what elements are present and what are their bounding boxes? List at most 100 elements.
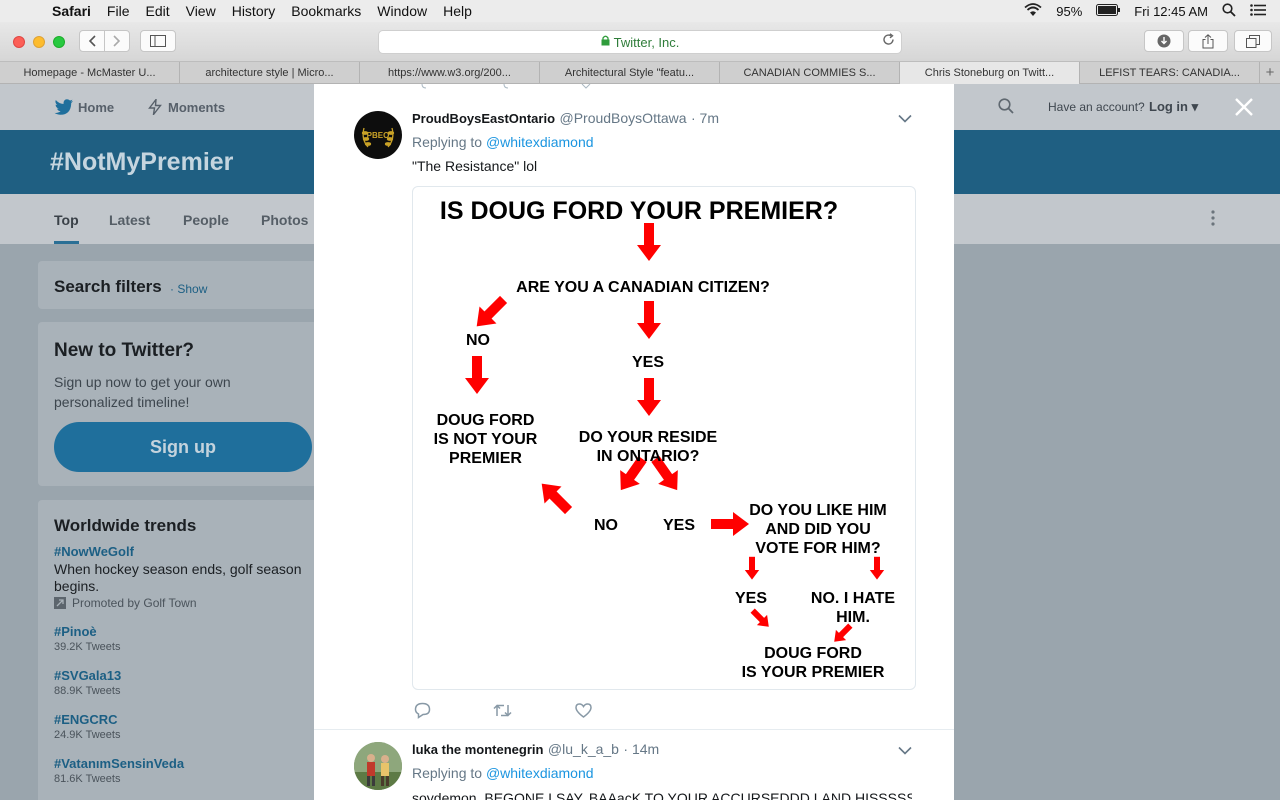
tweet-author-name[interactable]: luka the montenegrin bbox=[412, 742, 543, 757]
download-icon bbox=[1157, 34, 1171, 48]
flowchart-not-premier-line: PREMIER bbox=[449, 450, 522, 467]
arrow-down-title bbox=[637, 223, 661, 261]
browser-tab[interactable]: architecture style | Micro... bbox=[180, 62, 360, 84]
flowchart-title: IS DOUG FORD YOUR PREMIER? bbox=[439, 197, 839, 225]
chevron-down-icon[interactable] bbox=[898, 742, 912, 758]
flowchart-no2: NO bbox=[594, 517, 618, 534]
tab-latest[interactable]: Latest bbox=[109, 212, 150, 228]
flowchart-not-premier-line: IS NOT YOUR bbox=[433, 431, 538, 448]
replying-to-link[interactable]: @whitexdiamond bbox=[486, 765, 594, 781]
reload-icon[interactable] bbox=[882, 33, 895, 49]
tweet-time[interactable]: 7m bbox=[700, 110, 719, 126]
browser-tab[interactable]: Homepage - McMaster U... bbox=[0, 62, 180, 84]
chevron-right-icon bbox=[113, 35, 121, 47]
menu-app[interactable]: Safari bbox=[44, 3, 99, 19]
url-text: Twitter, Inc. bbox=[613, 34, 680, 50]
avatar[interactable] bbox=[354, 742, 402, 790]
flowchart-yes1: YES bbox=[631, 354, 664, 371]
search-icon[interactable] bbox=[998, 98, 1014, 119]
wifi-icon[interactable] bbox=[1024, 2, 1042, 20]
share-icon bbox=[1202, 33, 1214, 48]
nav-moments[interactable]: Moments bbox=[148, 97, 225, 118]
zoom-window-button[interactable] bbox=[53, 36, 65, 48]
trend-item-name[interactable]: #Pinoè bbox=[54, 624, 97, 639]
browser-toolbar: Twitter, Inc. bbox=[0, 22, 1280, 62]
trend-promoted-desc: When hockey season ends, golf season beg… bbox=[54, 561, 302, 594]
minimize-window-button[interactable] bbox=[33, 36, 45, 48]
menu-view[interactable]: View bbox=[178, 3, 224, 19]
reply-icon[interactable] bbox=[414, 702, 431, 724]
forward-button[interactable] bbox=[104, 30, 130, 52]
promoted-by-label: Promoted by Golf Town bbox=[72, 596, 197, 610]
flowchart-q2-line: IN ONTARIO? bbox=[596, 448, 700, 465]
twitter-bird-icon bbox=[54, 99, 73, 115]
lock-icon bbox=[601, 35, 610, 49]
trend-item-count: 24.9K Tweets bbox=[54, 729, 121, 741]
clock[interactable]: Fri 12:45 AM bbox=[1134, 4, 1208, 19]
more-options-icon[interactable] bbox=[1210, 210, 1216, 231]
search-filters-title: Search filters bbox=[54, 277, 162, 296]
trend-item-name[interactable]: #SVGala13 bbox=[54, 668, 121, 683]
replying-to-link[interactable]: @whitexdiamond bbox=[486, 134, 594, 150]
trend-item-name[interactable]: #ENGCRC bbox=[54, 712, 118, 727]
tab-top[interactable]: Top bbox=[54, 212, 79, 244]
back-button[interactable] bbox=[79, 30, 105, 52]
spotlight-search-icon[interactable] bbox=[1222, 2, 1236, 20]
notification-center-icon[interactable] bbox=[1250, 3, 1266, 19]
lightning-icon bbox=[148, 97, 162, 118]
new-tab-button[interactable]: + bbox=[1260, 62, 1280, 83]
arrow-down-yes3 bbox=[744, 556, 760, 580]
heart-icon[interactable] bbox=[575, 703, 592, 723]
tab-photos[interactable]: Photos bbox=[261, 212, 308, 228]
tweet-image-flowchart[interactable]: IS DOUG FORD YOUR PREMIER? ARE YOU A CAN… bbox=[412, 186, 916, 690]
tab-title: https://www.w3.org/200... bbox=[388, 67, 511, 79]
tweet-author-handle[interactable]: @ProudBoysOttawa bbox=[559, 110, 686, 126]
address-bar[interactable]: Twitter, Inc. bbox=[378, 30, 902, 54]
browser-tab[interactable]: https://www.w3.org/200... bbox=[360, 62, 540, 84]
share-button[interactable] bbox=[1188, 30, 1228, 52]
retweet-icon[interactable] bbox=[493, 703, 512, 723]
flowchart-not-premier: DOUG FORD IS NOT YOUR PREMIER bbox=[423, 411, 548, 468]
tweet-author-name[interactable]: ProudBoysEastOntario bbox=[412, 111, 555, 126]
close-modal-icon[interactable] bbox=[1234, 96, 1254, 124]
downloads-button[interactable] bbox=[1144, 30, 1184, 52]
menu-help[interactable]: Help bbox=[435, 3, 480, 19]
tweet-header: luka the montenegrin @lu_k_a_b · 14m bbox=[412, 741, 659, 759]
person-photo-icon bbox=[354, 742, 402, 790]
tab-title: Homepage - McMaster U... bbox=[23, 67, 156, 79]
signup-button[interactable]: Sign up bbox=[54, 422, 312, 472]
battery-icon[interactable] bbox=[1096, 3, 1121, 19]
signup-title: New to Twitter? bbox=[54, 340, 195, 361]
browser-tab-active[interactable]: Chris Stoneburg on Twitt... bbox=[900, 62, 1080, 84]
arrow-down-no1 bbox=[465, 356, 489, 394]
menu-history[interactable]: History bbox=[224, 3, 284, 19]
flowchart-no1: NO bbox=[466, 332, 490, 349]
flowchart-is-premier: DOUG FORD IS YOUR PREMIER bbox=[723, 644, 903, 682]
trend-item-name[interactable]: #VatanımSensinVeda bbox=[54, 756, 184, 771]
menu-edit[interactable]: Edit bbox=[137, 3, 177, 19]
browser-tab[interactable]: LEFIST TEARS: CANADIA... bbox=[1080, 62, 1260, 84]
flowchart-no3: NO. I HATE HIM. bbox=[803, 589, 903, 627]
tweet-time[interactable]: 14m bbox=[632, 741, 659, 757]
menu-file[interactable]: File bbox=[99, 3, 138, 19]
nav-home[interactable]: Home bbox=[54, 99, 114, 115]
chevron-left-icon bbox=[88, 35, 96, 47]
trend-promoted-name[interactable]: #NowWeGolf bbox=[54, 544, 134, 559]
browser-tab[interactable]: CANADIAN COMMIES S... bbox=[720, 62, 900, 84]
flowchart-q1: ARE YOU A CANADIAN CITIZEN? bbox=[516, 279, 770, 296]
chevron-down-icon[interactable] bbox=[898, 110, 912, 126]
avatar[interactable]: PBEO bbox=[354, 111, 402, 159]
search-filters-show-link[interactable]: · Show bbox=[170, 282, 207, 296]
tweet-author-handle[interactable]: @lu_k_a_b bbox=[548, 741, 619, 757]
browser-tab[interactable]: Architectural Style "featu... bbox=[540, 62, 720, 84]
close-window-button[interactable] bbox=[13, 36, 25, 48]
menu-window[interactable]: Window bbox=[369, 3, 435, 19]
flowchart-q3-line: DO YOU LIKE HIM bbox=[749, 502, 887, 519]
sidebar-icon bbox=[150, 35, 166, 47]
show-all-tabs-button[interactable] bbox=[1234, 30, 1272, 52]
login-link[interactable]: Log in ▾ bbox=[1149, 99, 1198, 115]
sidebar-toggle-button[interactable] bbox=[140, 30, 176, 52]
signup-panel: New to Twitter? Sign up now to get your … bbox=[38, 322, 318, 486]
menu-bookmarks[interactable]: Bookmarks bbox=[283, 3, 369, 19]
tab-people[interactable]: People bbox=[183, 212, 229, 228]
